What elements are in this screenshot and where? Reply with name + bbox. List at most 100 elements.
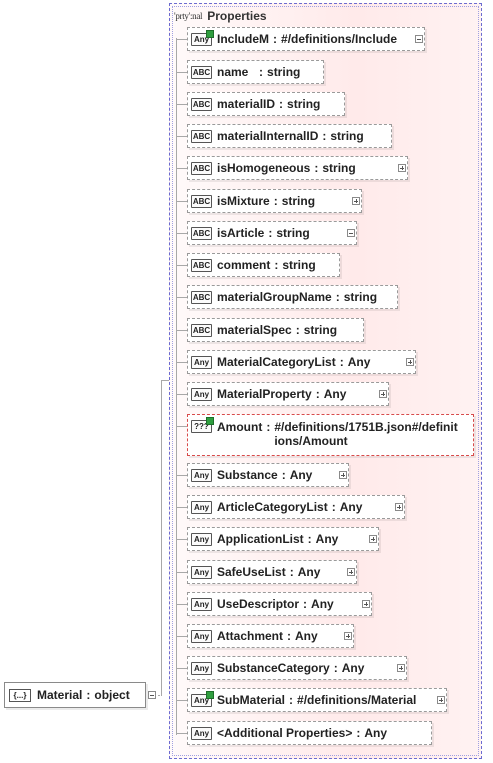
string-type-icon: ABC (191, 129, 212, 143)
any-type-icon: Any (191, 565, 212, 579)
property-node-submaterial[interactable]: Any SubMaterial: #/definitions/Material (187, 688, 447, 712)
property-type: string (267, 65, 301, 79)
property-node-amount[interactable]: ??? Amount: #/definitions/1751B.json#/defi… (187, 414, 474, 456)
property-node-includem[interactable]: Any IncludeM: #/definitions/Include (187, 27, 425, 51)
any-type-icon: Any (191, 597, 212, 611)
property-type: string (276, 226, 310, 240)
property-type: #/definitions/Include (281, 32, 398, 46)
property-node-materialspec[interactable]: ABC materialSpec: string (187, 318, 364, 342)
any-type-icon: Any (191, 726, 212, 740)
property-node-materialgroupname[interactable]: ABC materialGroupName: string (187, 285, 398, 309)
property-node-ismixture[interactable]: ABC isMixture: string (187, 189, 362, 213)
property-name: MaterialCategoryList (217, 355, 336, 369)
property-label: IncludeM: #/definitions/Include (217, 32, 398, 46)
property-node-ishomogeneous[interactable]: ABC isHomogeneous: string (187, 156, 408, 180)
property-connector (177, 507, 187, 508)
property-node-attachment[interactable]: Any Attachment: Any (187, 624, 354, 648)
property-node-name[interactable]: ABC name : string (187, 60, 324, 84)
root-to-group-spine (161, 380, 162, 696)
property-connector (177, 539, 187, 540)
property-node-comment[interactable]: ABC comment: string (187, 253, 340, 277)
property-connector (177, 104, 187, 105)
property-connector (177, 362, 187, 363)
property-label: Substance: Any (217, 468, 313, 482)
property-node-materialcategorylist[interactable]: Any MaterialCategoryList: Any (187, 350, 416, 374)
property-label: name : string (217, 65, 301, 79)
string-type-icon: ABC (191, 290, 212, 304)
property-name: materialGroupName (217, 290, 332, 304)
property-node-isarticle[interactable]: ABC isArticle: string (187, 221, 357, 245)
property-node-articlecategorylist[interactable]: Any ArticleCategoryList: Any (187, 495, 405, 519)
object-type-icon: {...} (9, 688, 31, 702)
string-type-icon: ABC (191, 97, 212, 111)
property-node-additional-properties[interactable]: Any <Additional Properties>: Any (187, 721, 432, 745)
property-node-materialid[interactable]: ABC materialID: string (187, 92, 345, 116)
string-type-icon: ABC (191, 226, 212, 240)
property-name: isArticle (217, 226, 265, 240)
property-label: materialGroupName: string (217, 290, 378, 304)
property-label: materialSpec: string (217, 323, 338, 337)
property-name: isHomogeneous (217, 161, 311, 175)
property-type: Any (347, 355, 371, 369)
group-label: Properties (207, 9, 267, 23)
property-label: ApplicationList: Any (217, 532, 339, 546)
property-node-substance[interactable]: Any Substance: Any (187, 463, 349, 487)
expand-toggle[interactable] (344, 632, 352, 640)
property-node-materialinternalid[interactable]: ABC materialInternalID: string (187, 124, 392, 148)
property-type: Any (311, 597, 334, 611)
property-name: name (217, 65, 256, 79)
unresolved-type-icon: ??? (191, 420, 212, 433)
expand-toggle[interactable] (398, 164, 406, 172)
property-label: isArticle: string (217, 226, 310, 240)
property-type: string (303, 323, 338, 337)
property-node-safeuselist[interactable]: Any SafeUseList: Any (187, 560, 357, 584)
property-type: string (281, 194, 316, 208)
string-type-icon: ABC (191, 194, 212, 208)
property-connector (177, 733, 187, 734)
property-type: Any (364, 726, 388, 740)
property-type: string (343, 290, 378, 304)
root-node-material[interactable]: {...} Material: object (4, 682, 146, 708)
property-connector (177, 604, 187, 605)
property-node-materialproperty[interactable]: Any MaterialProperty: Any (187, 382, 389, 406)
expand-toggle[interactable] (437, 696, 445, 704)
any-type-icon: Any (191, 629, 212, 643)
any-type-icon: Any (191, 532, 212, 546)
any-type-icon: Any (191, 693, 212, 707)
string-type-icon: ABC (191, 323, 212, 337)
any-type-icon: Any (191, 387, 212, 401)
expand-toggle[interactable] (352, 197, 360, 205)
root-collapse-toggle[interactable] (148, 691, 156, 699)
property-type: Any (323, 387, 347, 401)
property-connector (177, 636, 187, 637)
property-node-applicationlist[interactable]: Any ApplicationList: Any (187, 527, 379, 551)
property-connector (177, 72, 187, 73)
property-name: SubstanceCategory (217, 661, 330, 675)
property-label: isHomogeneous: string (217, 161, 356, 175)
expand-toggle[interactable] (362, 600, 370, 608)
property-label: materialID: string (217, 97, 321, 111)
any-type-icon: Any (191, 661, 212, 675)
collapse-toggle[interactable] (347, 229, 355, 237)
expand-toggle[interactable] (395, 503, 403, 511)
expand-toggle[interactable] (406, 358, 414, 366)
root-node-label: Material: object (37, 688, 130, 702)
property-type: Any (295, 629, 318, 643)
property-node-substancecategory[interactable]: Any SubstanceCategory: Any (187, 656, 407, 680)
property-label: UseDescriptor: Any (217, 597, 334, 611)
property-node-usedescriptor[interactable]: Any UseDescriptor: Any (187, 592, 372, 616)
expand-toggle[interactable] (369, 535, 377, 543)
property-type: string (322, 161, 356, 175)
root-node-name: Material (37, 688, 83, 702)
property-type: string (282, 258, 316, 272)
expand-toggle[interactable] (379, 390, 387, 398)
property-label: MaterialProperty: Any (217, 387, 347, 401)
expand-toggle[interactable] (397, 664, 405, 672)
expand-toggle[interactable] (339, 471, 347, 479)
property-type: #/definitions/1751B.json#/definitions/Am… (274, 420, 458, 448)
collapse-toggle[interactable] (415, 35, 423, 43)
properties-spine (176, 38, 177, 735)
property-label: isMixture: string (217, 194, 316, 208)
property-type: Any (289, 468, 313, 482)
expand-toggle[interactable] (347, 568, 355, 576)
